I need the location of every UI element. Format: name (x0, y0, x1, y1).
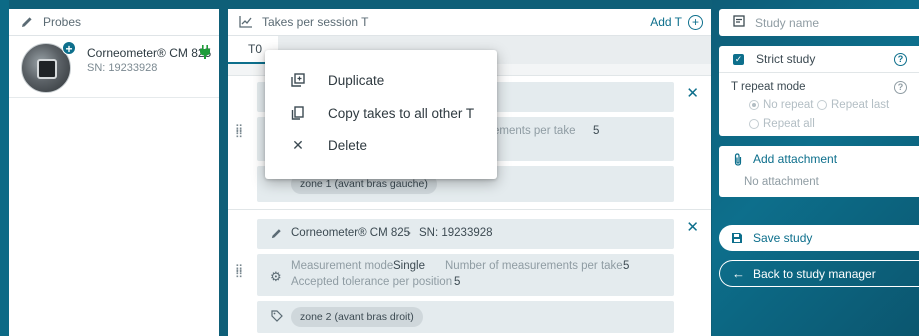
add-t-label: Add T (650, 15, 682, 29)
takes-title: Takes per session T (262, 15, 369, 29)
probe-item[interactable]: + Corneometer® CM 825 SN: 19233928 (9, 36, 219, 98)
attachment-card: Add attachment No attachment (719, 146, 919, 197)
zone-chip-2[interactable]: zone 2 (avant bras droit) (291, 307, 423, 327)
tolerance-value: 5 (454, 276, 461, 288)
save-study-label: Save study (753, 231, 813, 245)
strict-study-checkbox[interactable]: ✓ (733, 53, 744, 65)
radio-repeat-all[interactable]: Repeat all (749, 118, 815, 130)
back-to-study-manager-button[interactable]: ← Back to study manager (719, 260, 919, 287)
study-settings-card: ✓ Strict study ? T repeat mode ? No repe… (719, 46, 919, 136)
radio-repeat-all-indicator (749, 119, 759, 129)
menu-item-copy-takes-label: Copy takes to all other T (328, 105, 475, 121)
menu-item-copy-takes[interactable]: Copy takes to all other T (265, 97, 497, 129)
menu-item-delete[interactable]: ✕ Delete (265, 129, 497, 161)
add-probe-icon[interactable]: + (62, 41, 76, 56)
probe-1-count-value: 5 (593, 125, 600, 137)
tag-icon (271, 310, 283, 325)
radio-repeat-all-label: Repeat all (763, 118, 815, 130)
probe-serial: SN: 19233928 (87, 62, 158, 74)
probe-2-separator: - (407, 227, 411, 239)
measurement-mode-label: Measurement mode (291, 260, 394, 272)
probe-2-zone-card: zone 2 (avant bras droit) (257, 301, 674, 333)
remove-probe-1-icon[interactable]: ✕ (686, 84, 699, 102)
copy-icon (289, 106, 307, 120)
save-study-button[interactable]: Save study (719, 225, 919, 251)
line-chart-icon (238, 14, 254, 30)
takes-header: Takes per session T Add T + (228, 9, 711, 36)
drag-handle-1-icon[interactable]: ⠿ ⠿ (235, 125, 243, 141)
add-attachment-label: Add attachment (753, 152, 838, 166)
measurement-mode-value: Single (393, 260, 425, 272)
probes-title: Probes (43, 15, 82, 29)
probe-2-settings-card[interactable]: ⚙ Measurement mode Single Number of meas… (257, 254, 674, 296)
t-repeat-help-icon[interactable]: ? (894, 81, 907, 94)
strict-study-help-icon[interactable]: ? (894, 53, 907, 66)
radio-repeat-last-indicator (817, 100, 827, 110)
remove-probe-2-icon[interactable]: ✕ (686, 218, 699, 236)
back-label: Back to study manager (753, 266, 876, 281)
menu-item-duplicate-label: Duplicate (328, 72, 385, 88)
measurements-count-label: Number of measurements per take (445, 260, 623, 272)
probe-block-2: ✕ Corneometer® CM 825 - SN: 19233928 ⠿ ⠿ … (228, 209, 711, 336)
radio-repeat-last[interactable]: Repeat last (817, 99, 889, 111)
duplicate-icon (289, 73, 307, 87)
radio-no-repeat-label: No repeat (763, 99, 814, 111)
radio-no-repeat-indicator (749, 100, 759, 110)
plug-icon (200, 45, 210, 62)
add-t-button[interactable]: Add T + (650, 14, 703, 30)
menu-item-delete-label: Delete (328, 137, 368, 153)
note-icon (733, 15, 745, 30)
radio-repeat-last-label: Repeat last (831, 99, 890, 111)
t-repeat-mode-label: T repeat mode (731, 81, 806, 93)
add-circle-icon: + (688, 14, 703, 30)
probes-header: Probes (9, 9, 219, 36)
gear-icon: ⚙ (270, 269, 282, 284)
paperclip-icon (733, 152, 743, 166)
study-name-placeholder: Study name (755, 15, 820, 30)
save-icon (731, 232, 743, 244)
strict-study-label: Strict study (756, 52, 816, 66)
menu-item-duplicate[interactable]: Duplicate (265, 64, 497, 96)
probe-2-serial: SN: 19233928 (419, 227, 493, 239)
probe-2-name: Corneometer® CM 825 (291, 227, 411, 239)
arrow-left-icon: ← (732, 266, 745, 281)
measurements-count-value: 5 (623, 260, 630, 272)
drag-handle-2-icon[interactable]: ⠿ ⠿ (235, 265, 243, 281)
radio-no-repeat[interactable]: No repeat (749, 99, 814, 111)
strict-study-row[interactable]: ✓ Strict study ? (719, 46, 919, 73)
probe-2-pencil-icon[interactable] (271, 228, 282, 242)
add-attachment-button[interactable]: Add attachment (733, 152, 837, 166)
left-background (0, 0, 9, 336)
probe-name: Corneometer® CM 825 (87, 46, 212, 60)
probe-2-header-card: Corneometer® CM 825 - SN: 19233928 (257, 219, 674, 249)
pencil-icon (19, 14, 35, 30)
probes-panel: Probes + Corneometer® CM 825 SN: 1923392… (9, 9, 219, 336)
context-menu: Duplicate Copy takes to all other T ✕ De… (265, 50, 497, 179)
close-icon: ✕ (292, 136, 304, 153)
probe-1-count-label: ements per take (493, 125, 576, 137)
tolerance-label: Accepted tolerance per position (291, 276, 453, 288)
no-attachment-text: No attachment (744, 176, 819, 188)
study-name-field[interactable]: Study name (719, 9, 919, 36)
